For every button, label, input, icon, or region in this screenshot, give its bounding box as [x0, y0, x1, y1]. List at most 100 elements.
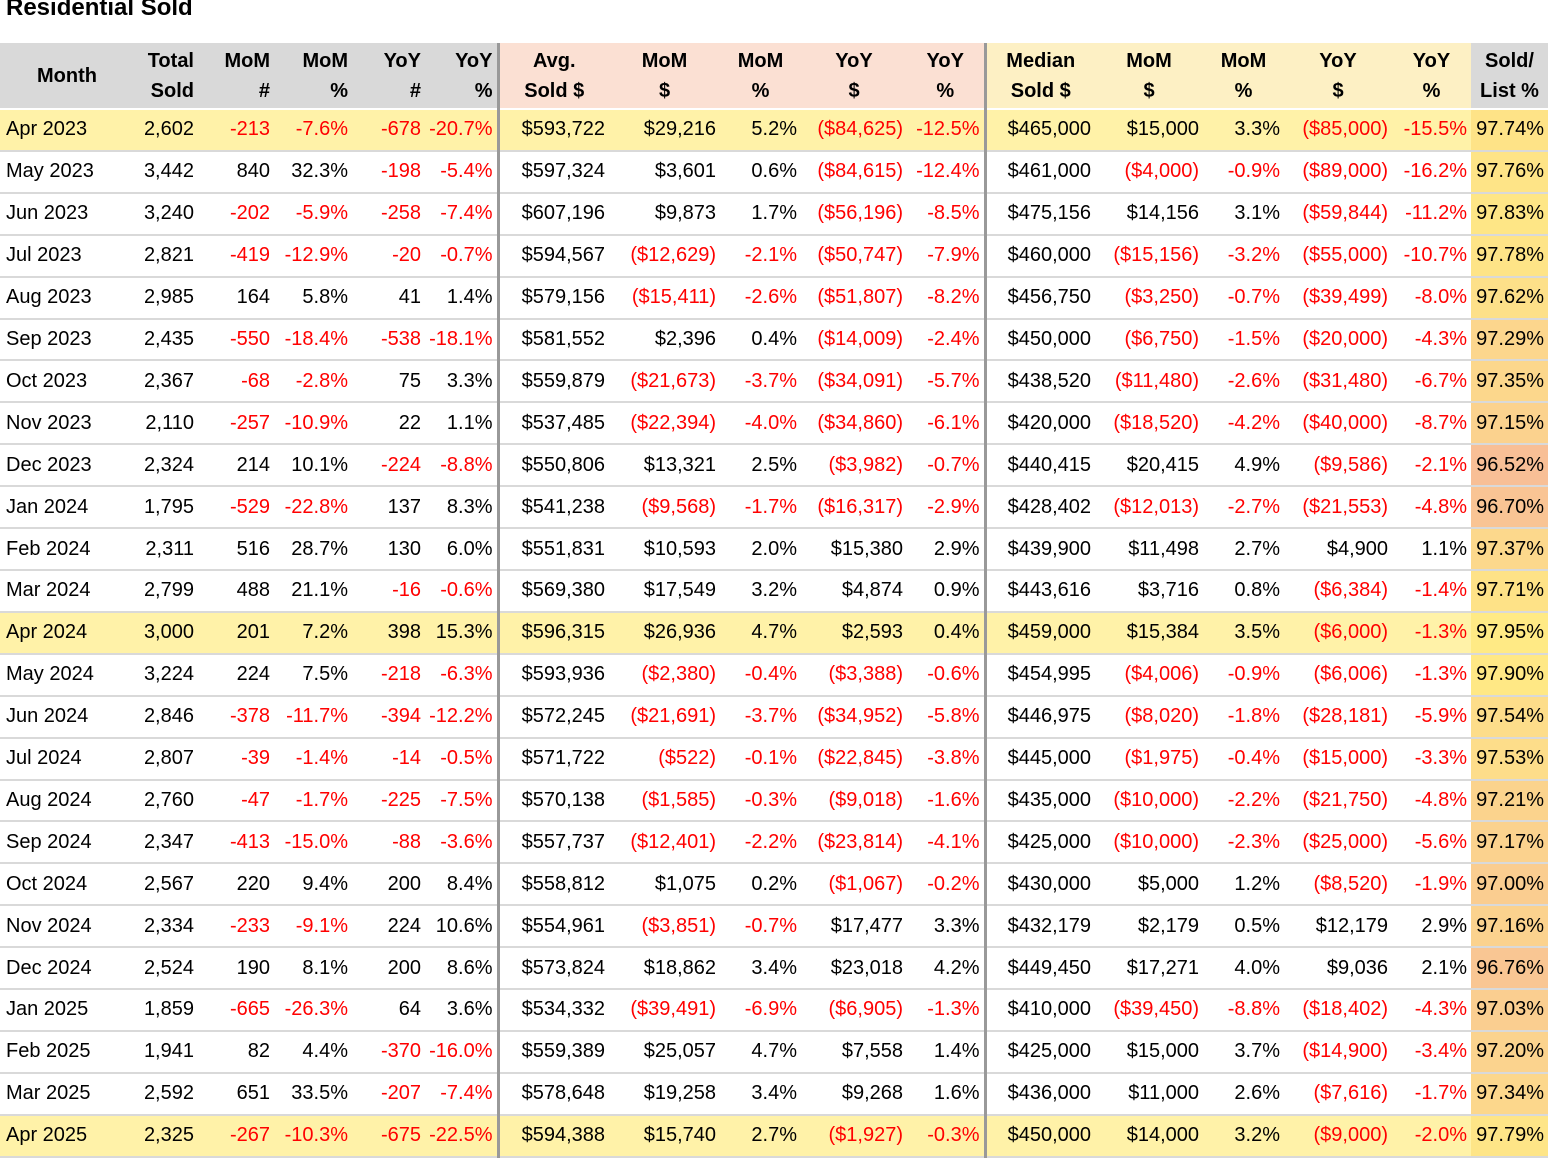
value-cell: -12.2%	[425, 695, 498, 739]
value-cell: ($21,691)	[609, 695, 720, 739]
value-cell: $15,740	[609, 1114, 720, 1158]
value-cell: -10.7%	[1392, 234, 1471, 278]
value-cell: $430,000	[983, 863, 1095, 907]
value-cell: -16.0%	[425, 1030, 498, 1074]
value-cell: $29,216	[609, 109, 720, 152]
value-cell: -550	[198, 318, 274, 362]
value-cell: -0.4%	[720, 653, 801, 697]
value-cell: 200	[352, 863, 425, 907]
value-cell: 97.71%	[1471, 569, 1548, 613]
value-cell: -11.2%	[1392, 192, 1471, 236]
value-cell: 2,821	[134, 234, 198, 278]
value-cell: ($15,411)	[609, 276, 720, 320]
value-cell: 3.2%	[1203, 1114, 1284, 1158]
column-header: Sold/List %	[1471, 43, 1548, 109]
value-cell: 130	[352, 528, 425, 571]
value-cell: 9.4%	[274, 863, 352, 907]
value-cell: -0.7%	[907, 444, 985, 488]
value-cell: $11,498	[1095, 528, 1203, 571]
value-cell: $439,900	[983, 528, 1095, 571]
value-cell: ($59,844)	[1284, 192, 1392, 236]
value-cell: 6.0%	[425, 528, 498, 571]
month-cell: Apr 2024	[0, 611, 134, 655]
value-cell: $578,648	[496, 1072, 609, 1116]
value-cell: $19,258	[609, 1072, 720, 1116]
value-cell: 3.6%	[425, 989, 498, 1032]
value-cell: 0.9%	[907, 569, 985, 613]
value-cell: 10.1%	[274, 444, 352, 488]
value-cell: 2.7%	[1203, 528, 1284, 571]
value-cell: -1.6%	[907, 779, 985, 823]
value-cell: $10,593	[609, 528, 720, 571]
column-header-label: $	[1332, 79, 1344, 102]
value-cell: ($39,499)	[1284, 276, 1392, 320]
value-cell: 0.4%	[720, 318, 801, 362]
value-cell: $593,936	[496, 653, 609, 697]
value-cell: $594,388	[496, 1114, 609, 1158]
value-cell: 220	[198, 863, 274, 907]
value-cell: ($12,629)	[609, 234, 720, 278]
value-cell: -5.8%	[907, 695, 985, 739]
value-cell: 2,807	[134, 737, 198, 781]
value-cell: $443,616	[983, 569, 1095, 613]
month-cell: Nov 2024	[0, 905, 134, 949]
value-cell: -20.7%	[425, 109, 498, 152]
value-cell: -8.8%	[425, 444, 498, 488]
column-header-label: %	[1422, 79, 1441, 102]
value-cell: ($7,616)	[1284, 1072, 1392, 1116]
value-cell: 201	[198, 611, 274, 655]
value-cell: $14,000	[1095, 1114, 1203, 1158]
value-cell: $461,000	[983, 150, 1095, 194]
month-cell: Dec 2024	[0, 947, 134, 991]
value-cell: 97.03%	[1471, 989, 1548, 1032]
value-cell: -7.4%	[425, 192, 498, 236]
value-cell: -1.3%	[1392, 653, 1471, 697]
value-cell: 75	[352, 360, 425, 404]
column-header-label: MoM	[641, 49, 688, 72]
value-cell: 97.35%	[1471, 360, 1548, 404]
value-cell: ($23,814)	[801, 821, 907, 865]
value-cell: 97.17%	[1471, 821, 1548, 865]
value-cell: 97.79%	[1471, 1114, 1548, 1158]
value-cell: -6.3%	[425, 653, 498, 697]
value-cell: ($6,000)	[1284, 611, 1392, 655]
value-cell: 2,524	[134, 947, 198, 991]
value-cell: -3.4%	[1392, 1030, 1471, 1074]
value-cell: 97.74%	[1471, 109, 1548, 152]
value-cell: $3,716	[1095, 569, 1203, 613]
column-header-label: List %	[1480, 79, 1539, 102]
value-cell: -378	[198, 695, 274, 739]
value-cell: 28.7%	[274, 528, 352, 571]
value-cell: $446,975	[983, 695, 1095, 739]
value-cell: 5.2%	[720, 109, 801, 152]
value-cell: 97.78%	[1471, 234, 1548, 278]
value-cell: $593,722	[496, 109, 609, 152]
column-header: MoM%	[274, 43, 352, 109]
column-header-label: MoM	[224, 49, 270, 72]
value-cell: -5.4%	[425, 150, 498, 194]
value-cell: -678	[352, 109, 425, 152]
value-cell: $465,000	[983, 109, 1095, 152]
month-cell: Oct 2023	[0, 360, 134, 404]
value-cell: $3,601	[609, 150, 720, 194]
value-cell: 97.83%	[1471, 192, 1548, 236]
column-header: YoY #	[352, 43, 425, 109]
value-cell: $581,552	[496, 318, 609, 362]
value-cell: $435,000	[983, 779, 1095, 823]
column-header: YoY%	[1392, 43, 1471, 109]
column-header-label: $	[1143, 79, 1155, 102]
value-cell: 516	[198, 528, 274, 571]
value-cell: -2.4%	[907, 318, 985, 362]
table-row: Feb 2024 2,311 516 28.7% 130 6.0% $551,831 $10,…	[0, 528, 1548, 571]
value-cell: 10.6%	[425, 905, 498, 949]
value-cell: $9,873	[609, 192, 720, 236]
value-cell: ($12,401)	[609, 821, 720, 865]
value-cell: ($85,000)	[1284, 109, 1392, 152]
value-cell: 2,985	[134, 276, 198, 320]
value-cell: 97.16%	[1471, 905, 1548, 949]
value-cell: 8.6%	[425, 947, 498, 991]
value-cell: -394	[352, 695, 425, 739]
value-cell: -39	[198, 737, 274, 781]
value-cell: $17,477	[801, 905, 907, 949]
value-cell: 4.9%	[1203, 444, 1284, 488]
